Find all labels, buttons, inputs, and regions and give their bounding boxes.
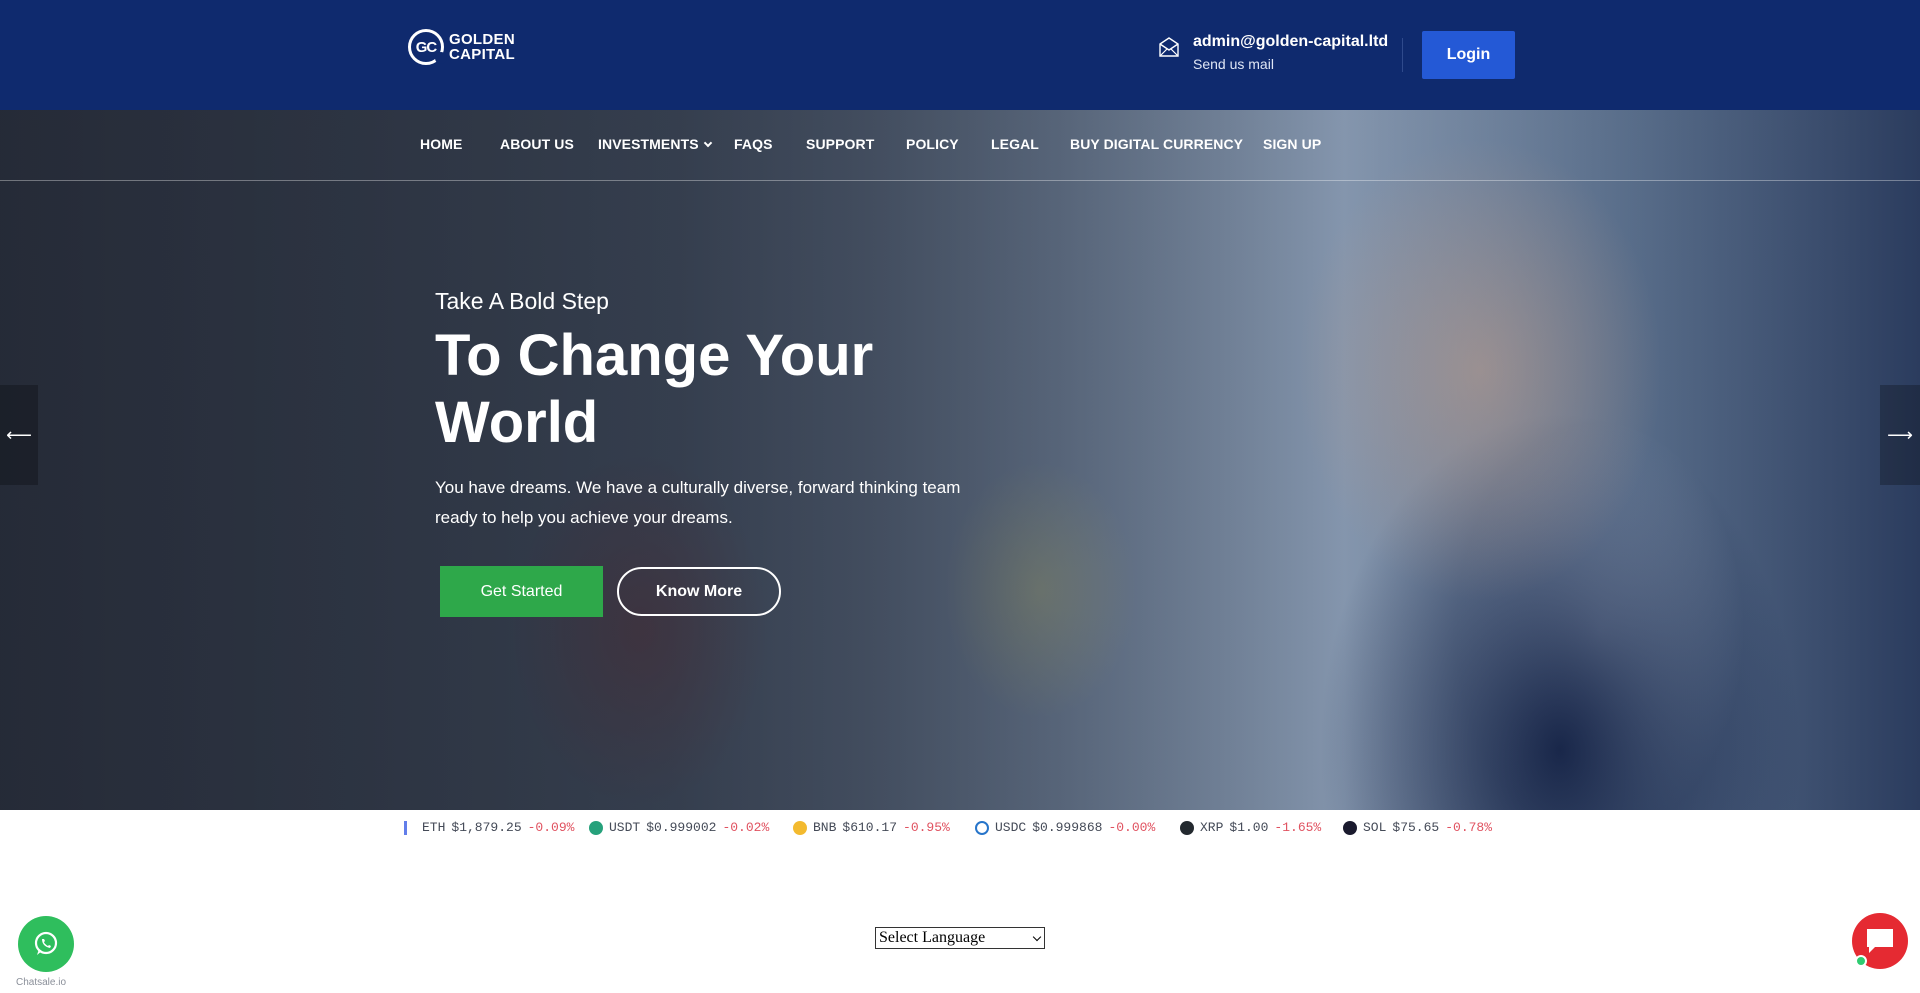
ticker-price: $0.999868 bbox=[1032, 820, 1103, 835]
nav-policy[interactable]: POLICY bbox=[906, 136, 959, 152]
chevron-down-icon bbox=[703, 138, 712, 148]
hero-title: To Change Your World bbox=[435, 323, 874, 455]
nav-about-us[interactable]: ABOUT US bbox=[500, 136, 574, 152]
logo-text: GOLDEN CAPITAL bbox=[449, 32, 515, 62]
chevron-down-icon bbox=[1032, 932, 1042, 942]
get-started-button[interactable]: Get Started bbox=[440, 566, 603, 617]
ticker-change: -0.78% bbox=[1445, 820, 1493, 835]
know-more-button[interactable]: Know More bbox=[617, 567, 781, 616]
xrp-icon bbox=[1180, 820, 1194, 835]
ticker-item-eth[interactable]: ETH $1,879.25 -0.09% bbox=[404, 820, 574, 835]
ticker-change: -1.65% bbox=[1274, 820, 1322, 835]
ticker-change: -0.02% bbox=[722, 820, 770, 835]
hero-kicker: Take A Bold Step bbox=[435, 288, 609, 314]
chat-bubble-icon bbox=[1867, 929, 1893, 953]
ticker-symbol: ETH bbox=[422, 820, 446, 835]
nav-sign-up[interactable]: SIGN UP bbox=[1263, 136, 1321, 152]
nav-investments[interactable]: INVESTMENTS bbox=[598, 136, 712, 152]
ticker-symbol: SOL bbox=[1363, 820, 1387, 835]
ticker-change: -0.95% bbox=[903, 820, 950, 835]
slider-next-arrow-icon[interactable]: ⟶ bbox=[1880, 385, 1920, 485]
language-select-value: Select Language bbox=[879, 929, 986, 946]
hero-banner: HOME ABOUT US INVESTMENTS FAQS SUPPORT P… bbox=[0, 110, 1920, 810]
ticker-change: -0.00% bbox=[1108, 820, 1156, 835]
hero-subtitle: You have dreams. We have a culturally di… bbox=[435, 478, 961, 527]
ticker-price: $610.17 bbox=[842, 820, 898, 835]
login-button[interactable]: Login bbox=[1422, 31, 1515, 79]
logo-badge: GC bbox=[408, 29, 447, 65]
ticker-price: $1,879.25 bbox=[451, 820, 522, 835]
slider-prev-arrow-icon[interactable]: ⟵ bbox=[0, 385, 38, 485]
usdc-icon bbox=[975, 820, 989, 835]
ticker-item-xrp[interactable]: XRP $1.00 -1.65% bbox=[1180, 820, 1321, 835]
logo-initials: GC bbox=[415, 38, 437, 56]
whatsapp-chat-button[interactable] bbox=[18, 916, 74, 972]
ticker-symbol: USDT bbox=[609, 820, 641, 835]
usdt-icon bbox=[589, 820, 603, 835]
main-nav: HOME ABOUT US INVESTMENTS FAQS SUPPORT P… bbox=[0, 110, 1920, 181]
language-select[interactable]: Select Language bbox=[875, 927, 1045, 949]
ticker-item-usdt[interactable]: USDT $0.999002 -0.02% bbox=[589, 820, 769, 835]
nav-support[interactable]: SUPPORT bbox=[806, 136, 874, 152]
envelope-icon bbox=[1159, 37, 1179, 57]
nav-buy-digital-currency[interactable]: BUY DIGITAL CURRENCY bbox=[1070, 136, 1243, 152]
nav-faqs[interactable]: FAQS bbox=[734, 136, 773, 152]
sol-icon bbox=[1343, 820, 1357, 835]
ticker-price: $1.00 bbox=[1229, 820, 1269, 835]
nav-home[interactable]: HOME bbox=[420, 136, 462, 152]
logo[interactable]: GC GOLDEN CAPITAL bbox=[408, 28, 515, 66]
ticker-change: -0.09% bbox=[527, 820, 575, 835]
header-divider bbox=[1402, 38, 1403, 72]
ticker-item-usdc[interactable]: USDC $0.999868 -0.00% bbox=[975, 820, 1155, 835]
bnb-icon bbox=[793, 820, 807, 835]
nav-investments-label: INVESTMENTS bbox=[598, 136, 699, 152]
contact-email[interactable]: admin@golden-capital.ltd bbox=[1193, 33, 1388, 51]
online-status-dot bbox=[1855, 955, 1867, 967]
ticker-price: $0.999002 bbox=[646, 820, 717, 835]
eth-icon bbox=[404, 820, 412, 835]
crypto-ticker: ETH $1,879.25 -0.09% USDT $0.999002 -0.0… bbox=[0, 810, 1920, 846]
whatsapp-icon bbox=[34, 931, 58, 955]
ticker-symbol: XRP bbox=[1200, 820, 1224, 835]
nav-legal[interactable]: LEGAL bbox=[991, 136, 1039, 152]
contact-email-caption: Send us mail bbox=[1193, 56, 1274, 72]
ticker-symbol: USDC bbox=[995, 820, 1027, 835]
hero-overlay bbox=[0, 110, 1920, 810]
logo-line-1: GOLDEN bbox=[449, 31, 515, 48]
ticker-symbol: BNB bbox=[813, 820, 837, 835]
chatsale-label: Chatsale.io bbox=[16, 977, 67, 988]
ticker-price: $75.65 bbox=[1392, 820, 1440, 835]
ticker-item-bnb[interactable]: BNB $610.17 -0.95% bbox=[793, 820, 950, 835]
top-header: GC GOLDEN CAPITAL admin@golden-capital.l… bbox=[0, 0, 1920, 110]
ticker-item-sol[interactable]: SOL $75.65 -0.78% bbox=[1343, 820, 1492, 835]
logo-line-2: CAPITAL bbox=[449, 46, 515, 63]
